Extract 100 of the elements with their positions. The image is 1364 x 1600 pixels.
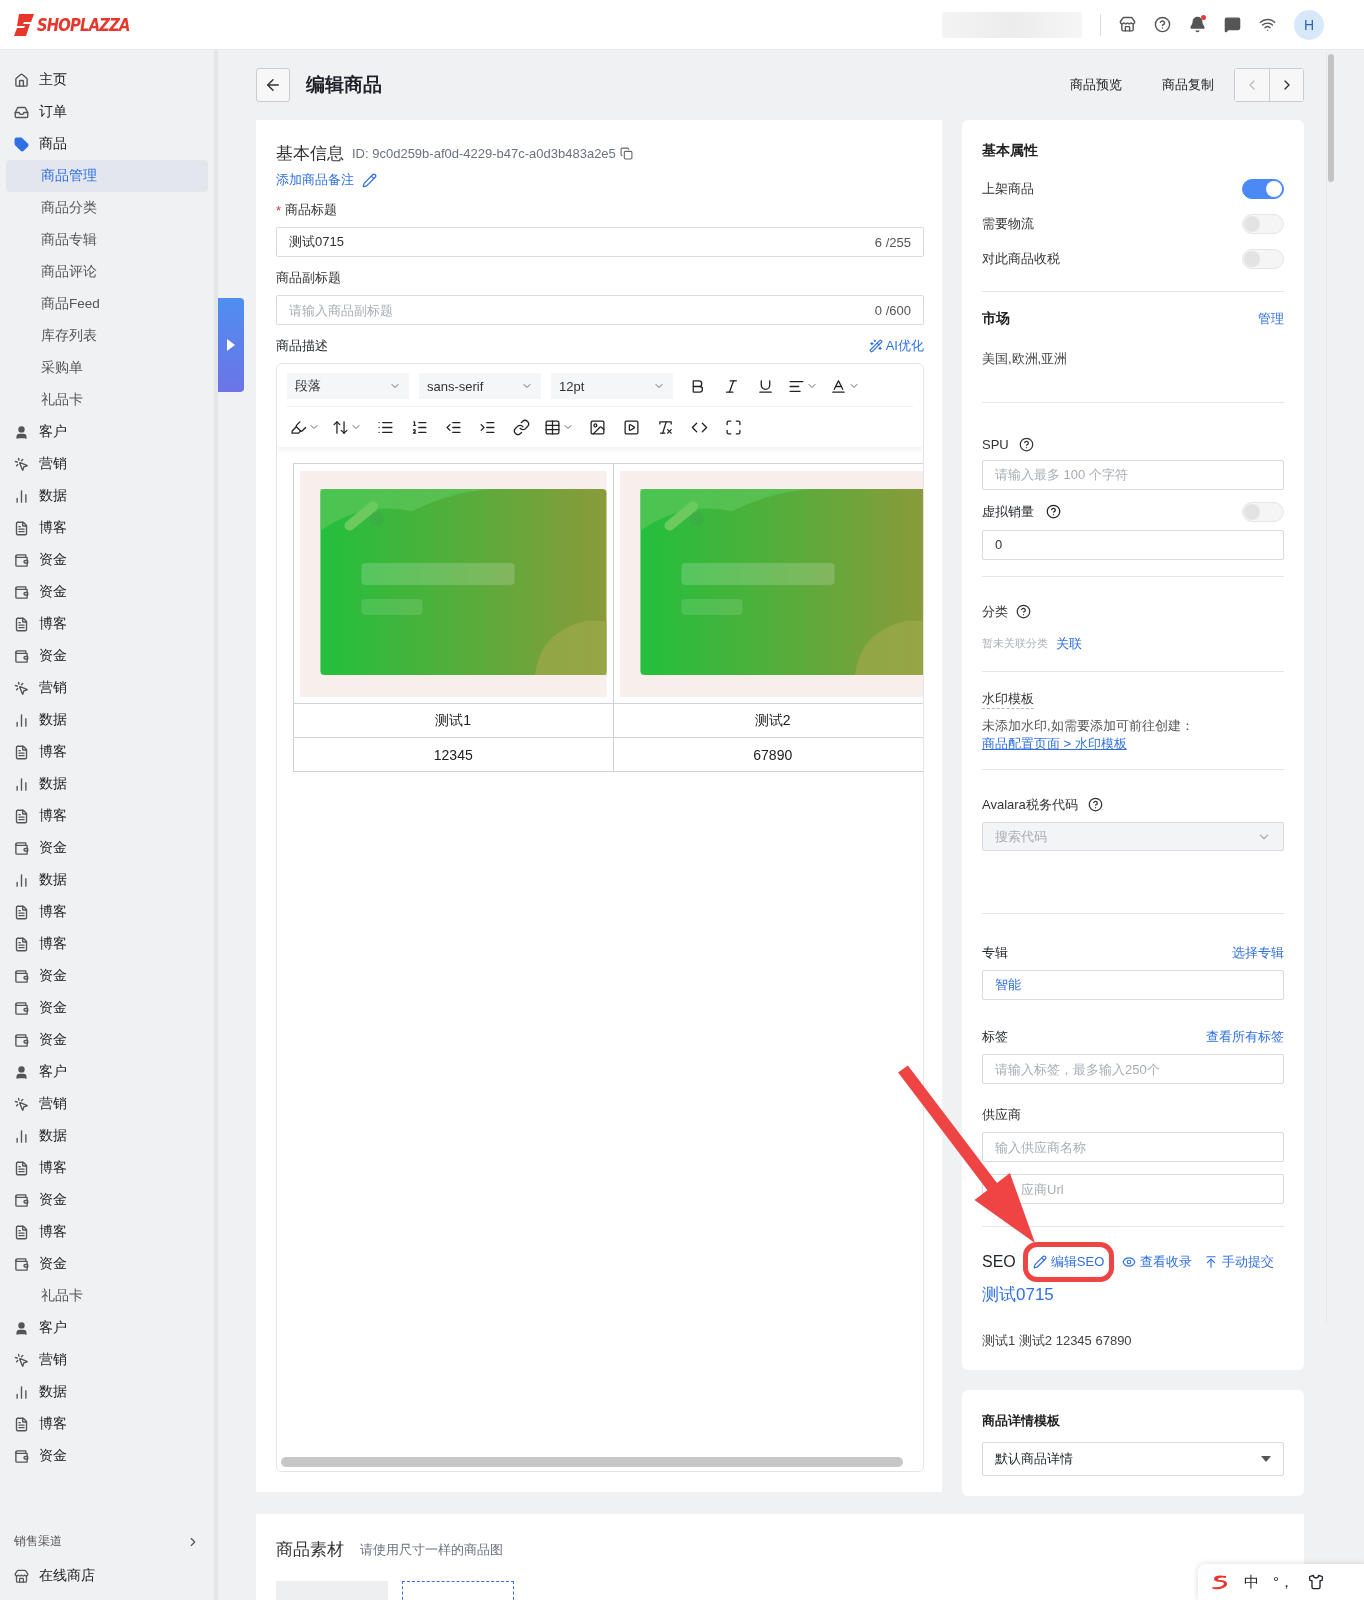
sidebar-item[interactable]: 商品分类 — [6, 192, 208, 224]
sidebar-item[interactable]: 商品Feed — [6, 288, 208, 320]
sidebar-item[interactable]: 资金 — [6, 1248, 208, 1280]
watermark-link[interactable]: 商品配置页面 > 水印模板 — [982, 734, 1127, 753]
sidebar-item[interactable]: 博客 — [6, 512, 208, 544]
sidebar-item[interactable]: 数据 — [6, 1376, 208, 1408]
sidebar-item[interactable]: 商品管理 — [6, 160, 208, 192]
sidebar-item[interactable]: 资金 — [6, 960, 208, 992]
template-select[interactable]: 默认商品详情 — [982, 1442, 1284, 1476]
sidebar-item[interactable]: 营销 — [6, 1344, 208, 1376]
sidebar-item[interactable]: 在线商店 — [14, 1560, 200, 1592]
supplier-url-field[interactable]: 应商Url — [982, 1174, 1284, 1205]
section-title: 市场 — [982, 309, 1010, 328]
market-list: 美国,欧洲,亚洲 — [982, 349, 1284, 368]
user-icon — [14, 1064, 29, 1080]
sidebar-item[interactable]: 资金 — [6, 576, 208, 608]
select-collection-link[interactable]: 选择专辑 — [1232, 944, 1284, 963]
sidebar-item[interactable]: 营销 — [6, 672, 208, 704]
tax-code-input[interactable]: 搜索代码 — [995, 822, 1251, 851]
action-button[interactable]: 商品预览 — [1050, 76, 1142, 94]
sidebar-item[interactable]: 博客 — [6, 800, 208, 832]
help-icon[interactable] — [1087, 797, 1103, 813]
toggle-label: 对此商品收税 — [982, 250, 1060, 269]
sidebar-item[interactable]: 营销 — [6, 448, 208, 480]
tax-code-select[interactable]: 搜索代码 — [982, 821, 1284, 852]
user-icon — [14, 1320, 29, 1336]
punctuation-mode[interactable]: °， — [1273, 1572, 1294, 1592]
sidebar-item[interactable]: 资金 — [6, 640, 208, 672]
sidebar-item[interactable]: 资金 — [6, 544, 208, 576]
help-icon[interactable] — [1046, 504, 1061, 520]
toggle-label: 需要物流 — [982, 215, 1034, 234]
manage-link[interactable]: 管理 — [1258, 309, 1284, 328]
scrollbar[interactable] — [281, 1457, 903, 1467]
sidebar-item[interactable]: 采购单 — [6, 352, 208, 384]
sidebar-item[interactable]: 资金 — [6, 1024, 208, 1056]
bell-icon[interactable] — [1189, 16, 1206, 33]
sidebar-item[interactable]: 主页 — [6, 64, 208, 96]
subtitle-field[interactable]: 请输入商品副标题 0 /600 — [276, 295, 924, 325]
help-icon[interactable] — [1016, 604, 1031, 620]
sidebar-toggle[interactable] — [218, 298, 244, 392]
sidebar-item[interactable]: 博客 — [6, 1216, 208, 1248]
block-format-select[interactable]: 段落 — [287, 373, 409, 399]
title-input[interactable]: 测试0715 — [289, 228, 869, 256]
sidebar-item[interactable]: 博客 — [6, 736, 208, 768]
wifi-icon[interactable] — [1259, 16, 1276, 33]
sidebar-item[interactable]: 博客 — [6, 928, 208, 960]
sidebar-item[interactable]: 数据 — [6, 768, 208, 800]
sidebar-item[interactable]: 商品专辑 — [6, 224, 208, 256]
action-button[interactable]: 商品复制 — [1142, 76, 1234, 94]
sidebar-item[interactable]: 博客 — [6, 896, 208, 928]
sidebar-item[interactable]: 数据 — [6, 864, 208, 896]
user-avatar[interactable]: H — [1294, 9, 1324, 40]
collection-field[interactable]: 智能 — [982, 970, 1284, 1001]
sidebar-item[interactable]: 礼品卡 — [6, 1280, 208, 1312]
sidebar-item[interactable]: 订单 — [6, 96, 208, 128]
wallet-icon — [14, 1032, 29, 1048]
sidebar-item[interactable]: 营销 — [6, 1088, 208, 1120]
section-title: 基本信息 — [276, 143, 344, 165]
sidebar-item[interactable]: 库存列表 — [6, 320, 208, 352]
font-size-select[interactable]: 12pt — [551, 373, 673, 399]
add-note-link[interactable]: 添加商品备注 — [276, 171, 377, 189]
sidebar-item[interactable]: 商品评论 — [6, 256, 208, 288]
help-icon[interactable] — [1018, 436, 1034, 452]
link-category-link[interactable]: 关联 — [1056, 634, 1082, 653]
store-icon[interactable] — [1119, 16, 1136, 33]
supplier-url-input[interactable]: 应商Url — [1021, 1175, 1271, 1204]
sidebar-item[interactable]: 数据 — [6, 704, 208, 736]
sidebar-item[interactable]: 数据 — [6, 1120, 208, 1152]
sidebar-item[interactable]: 博客 — [6, 1408, 208, 1440]
sidebar-item[interactable]: 客户 — [6, 1312, 208, 1344]
help-icon[interactable] — [1154, 16, 1171, 33]
sidebar-item[interactable]: 商品 — [6, 128, 208, 160]
sidebar-item[interactable]: 资金 — [6, 992, 208, 1024]
sidebar-item[interactable]: 礼品卡 — [6, 384, 208, 416]
font-select[interactable]: sans-serif — [419, 373, 541, 399]
sidebar-item[interactable]: 资金 — [6, 1184, 208, 1216]
field-label: 商品标题 — [285, 201, 338, 219]
subtitle-input[interactable]: 请输入商品副标题 — [289, 296, 869, 324]
view-tags-link[interactable]: 查看所有标签 — [1206, 1028, 1284, 1047]
title-field[interactable]: 测试0715 6 /255 — [276, 227, 924, 257]
sidebar-item[interactable]: 资金 — [6, 832, 208, 864]
toggle-switch[interactable] — [1242, 179, 1284, 200]
field-label: 商品副标题 — [276, 269, 341, 287]
image-icon — [588, 418, 606, 436]
play-icon — [227, 339, 235, 351]
sidebar-item[interactable]: 客户 — [6, 416, 208, 448]
back-button[interactable] — [256, 68, 290, 102]
shirt-icon[interactable] — [1308, 1574, 1324, 1590]
sidebar-item[interactable]: 资金 — [6, 1440, 208, 1472]
message-icon[interactable] — [1224, 16, 1241, 33]
field-label: 水印模板 — [982, 689, 1034, 709]
sidebar-item[interactable]: 博客 — [6, 608, 208, 640]
sidebar-item[interactable]: 博客 — [6, 1152, 208, 1184]
numbered-list-icon — [410, 418, 428, 436]
ai-optimize-link[interactable]: AI优化 — [868, 337, 924, 355]
sidebar-item[interactable]: 客户 — [6, 1056, 208, 1088]
copy-icon[interactable] — [619, 147, 633, 160]
sidebar-item[interactable]: 数据 — [6, 480, 208, 512]
input-mode[interactable]: 中 — [1244, 1572, 1259, 1592]
document-icon — [14, 616, 29, 632]
